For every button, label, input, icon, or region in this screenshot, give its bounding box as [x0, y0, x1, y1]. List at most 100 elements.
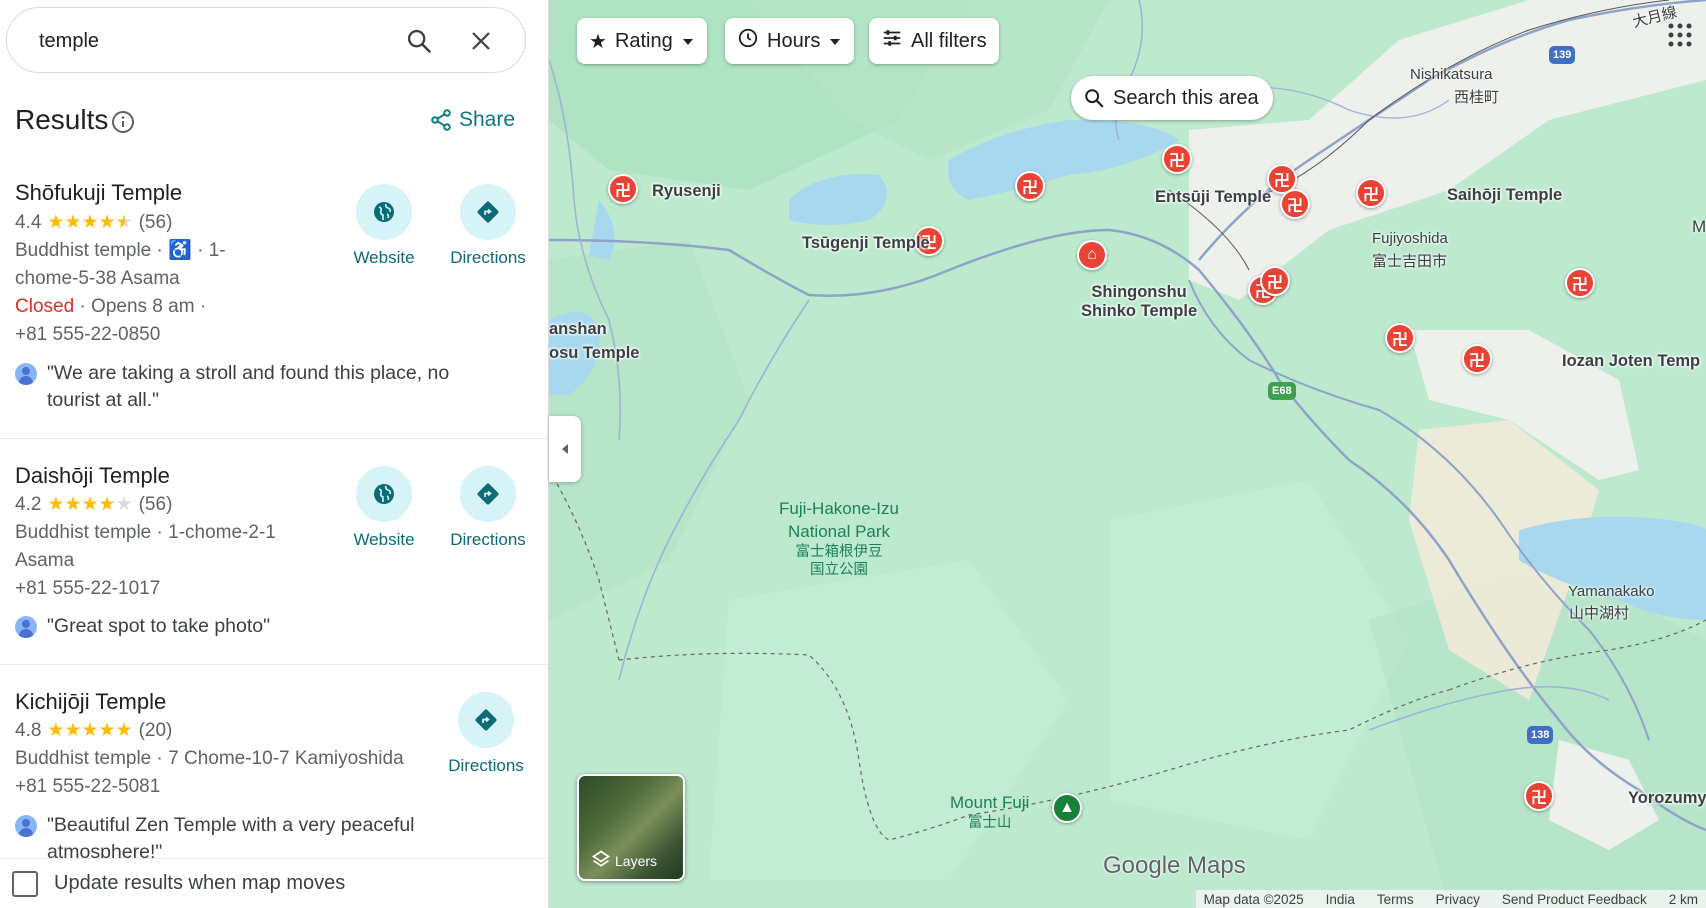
town-label: 西桂町 — [1454, 89, 1500, 106]
avatar — [15, 616, 37, 638]
place-label[interactable]: Iozan Joten Temp — [1562, 352, 1700, 371]
town-label: 山中湖村 — [1569, 605, 1630, 622]
rating-row: 4.2 ★★★★★ (56) — [15, 491, 172, 519]
all-filters-chip[interactable]: All filters — [869, 18, 999, 64]
town-label: M — [1692, 217, 1706, 236]
route-139-shield: 139 — [1549, 46, 1576, 64]
map-data-label: Map data ©2025 — [1203, 891, 1304, 907]
temple-pin-icon[interactable]: 卍 — [1015, 171, 1045, 201]
rating-filter-chip[interactable]: ★ Rating — [577, 18, 707, 64]
temple-pin-icon[interactable]: 卍 — [1162, 144, 1192, 174]
temple-pin-icon[interactable]: ⌂ — [1077, 240, 1107, 270]
result-name[interactable]: Kichijōji Temple — [15, 689, 166, 715]
hours-filter-chip[interactable]: Hours — [725, 18, 855, 64]
update-results-checkbox[interactable] — [12, 870, 38, 897]
result-phone: +81 555-22-1017 — [15, 578, 161, 599]
website-label: Website — [353, 530, 415, 549]
chevron-down-icon — [681, 30, 695, 53]
terms-link[interactable]: Terms — [1377, 892, 1414, 907]
temple-pin-icon[interactable]: 卍 — [608, 174, 638, 204]
place-label[interactable]: Ryusenji — [652, 182, 721, 201]
attribution-bar: Map data ©2025 India Terms Privacy Send … — [549, 890, 1706, 908]
update-results-label: Update results when map moves — [54, 872, 346, 894]
directions-button[interactable]: Directions — [438, 184, 538, 268]
globe-icon — [356, 466, 412, 522]
result-name[interactable]: Shōfukuji Temple — [15, 180, 182, 206]
close-icon[interactable] — [465, 25, 497, 57]
status-closed: Closed — [15, 296, 75, 317]
result-review: "Great spot to take photo" — [15, 613, 475, 640]
place-label[interactable]: Shingonshu Shinko Temple — [1081, 283, 1197, 321]
rating-stars: ★★★★★ — [47, 212, 133, 233]
layers-icon — [591, 850, 611, 867]
website-button[interactable]: Website — [334, 184, 434, 268]
map-canvas[interactable]: ★ Rating Hours All filters Search this a… — [549, 0, 1706, 908]
review-count: (56) — [138, 494, 173, 515]
results-header: Results Share — [15, 102, 535, 142]
results-panel: Results Share Shōfukuji Temple 4.4 ★★★★★… — [0, 0, 549, 908]
rating-stars: ★★★★★ — [47, 494, 133, 515]
directions-icon — [458, 692, 514, 748]
place-label[interactable]: osu Temple — [549, 344, 639, 363]
search-input[interactable] — [39, 26, 369, 56]
layers-button[interactable]: Layers — [577, 774, 685, 881]
wheelchair-icon: ♿ — [168, 240, 192, 261]
temple-pin-icon[interactable]: 卍 — [1356, 178, 1386, 208]
website-button[interactable]: Website — [334, 466, 434, 550]
apps-grid-icon[interactable] — [1667, 22, 1693, 53]
directions-label: Directions — [450, 248, 526, 267]
directions-icon — [460, 466, 516, 522]
result-address: Asama — [15, 550, 75, 571]
rating-stars: ★★★★★ — [47, 720, 133, 741]
place-label[interactable]: Yorozumy — [1628, 789, 1706, 808]
country-link[interactable]: India — [1326, 892, 1355, 907]
privacy-link[interactable]: Privacy — [1436, 892, 1480, 907]
result-type: Buddhist temple · 7 Chome-10-7 Kamiyoshi… — [15, 748, 404, 769]
globe-icon — [356, 184, 412, 240]
result-address: chome-5-38 Asama — [15, 268, 180, 289]
avatar — [15, 363, 37, 385]
result-name[interactable]: Daishōji Temple — [15, 463, 170, 489]
map-terrain — [549, 0, 1706, 908]
website-label: Website — [353, 248, 415, 267]
place-label[interactable]: Tsūgenji Temple — [802, 234, 930, 253]
rating-row: 4.8 ★★★★★ (20) — [15, 717, 172, 745]
place-label[interactable]: Saihōji Temple — [1447, 186, 1562, 205]
place-label[interactable]: Entsūji Temple — [1155, 188, 1271, 207]
temple-pin-icon[interactable]: 卍 — [1260, 266, 1290, 296]
temple-pin-icon[interactable]: 卍 — [1385, 323, 1415, 353]
route-e68-shield: E68 — [1268, 382, 1296, 400]
rating-value: 4.8 — [15, 720, 42, 741]
temple-pin-icon[interactable]: 卍 — [1565, 268, 1595, 298]
search-box — [6, 7, 526, 73]
directions-button[interactable]: Directions — [436, 692, 536, 776]
result-item[interactable]: Daishōji Temple 4.2 ★★★★★ (56) Buddhist … — [0, 452, 548, 665]
search-icon[interactable] — [403, 25, 435, 57]
directions-button[interactable]: Directions — [438, 466, 538, 550]
result-review: "We are taking a stroll and found this p… — [15, 360, 475, 414]
send-feedback-link[interactable]: Send Product Feedback — [1502, 892, 1647, 907]
place-label[interactable]: anshan — [549, 320, 607, 339]
collapse-panel-button[interactable] — [549, 416, 581, 482]
search-this-area-button[interactable]: Search this area — [1071, 76, 1273, 120]
result-hours: Closed · Opens 8 am · — [15, 296, 207, 317]
temple-pin-icon[interactable]: 卍 — [1524, 781, 1554, 811]
temple-pin-icon[interactable]: 卍 — [1462, 344, 1492, 374]
result-phone: +81 555-22-0850 — [15, 324, 161, 345]
review-text: "Great spot to take photo" — [47, 615, 271, 637]
directions-label: Directions — [450, 530, 526, 549]
temple-pin-icon[interactable]: 卍 — [1280, 189, 1310, 219]
result-item[interactable]: Kichijōji Temple 4.8 ★★★★★ (20) Buddhist… — [0, 678, 548, 863]
result-phone: +81 555-22-5081 — [15, 776, 161, 797]
directions-icon — [460, 184, 516, 240]
search-icon — [1085, 89, 1104, 108]
result-item[interactable]: Shōfukuji Temple 4.4 ★★★★★ (56) Buddhist… — [0, 170, 548, 439]
chevron-down-icon — [828, 30, 842, 53]
results-title: Results — [15, 104, 109, 135]
clock-icon — [737, 27, 759, 55]
mount-fuji-label[interactable]: Mount Fuji 富士山 — [950, 791, 1029, 832]
mountain-pin-icon[interactable]: ▲ — [1052, 793, 1082, 823]
share-button[interactable]: Share — [429, 108, 515, 132]
scale-label[interactable]: 2 km — [1669, 892, 1698, 907]
info-icon[interactable] — [111, 110, 135, 139]
